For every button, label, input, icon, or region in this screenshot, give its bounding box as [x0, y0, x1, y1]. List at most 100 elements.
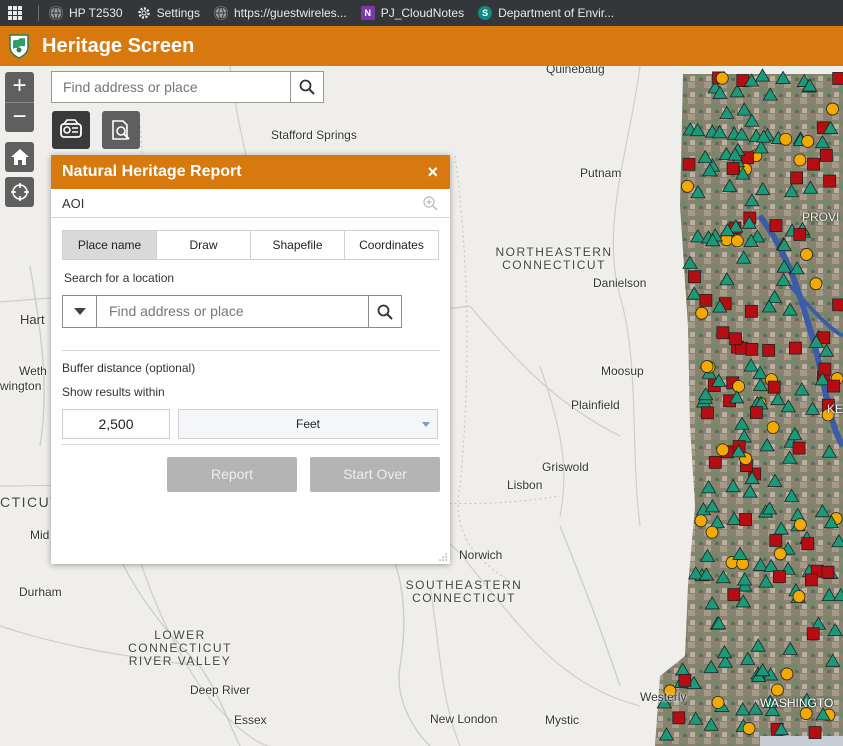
occurrence-circle-marker[interactable] — [700, 360, 714, 373]
close-icon[interactable]: × — [427, 162, 438, 183]
map-search-input[interactable] — [52, 72, 290, 102]
occurrence-circle-marker[interactable] — [711, 696, 725, 709]
occurrence-circle-marker[interactable] — [809, 277, 823, 291]
community-square-marker[interactable] — [678, 673, 692, 687]
community-square-marker[interactable] — [727, 588, 741, 602]
occurrence-circle-marker[interactable] — [730, 234, 744, 248]
occurrence-circle-marker[interactable] — [826, 102, 839, 116]
tab-shapefile[interactable]: Shapefile — [250, 231, 344, 259]
community-square-marker[interactable] — [793, 228, 807, 241]
community-square-marker[interactable] — [716, 326, 730, 340]
occurrence-circle-marker[interactable] — [773, 547, 787, 561]
bookmark-hp[interactable]: HP T2530 — [49, 6, 123, 20]
place-label: Mystic — [545, 713, 579, 727]
onenote-icon: N — [360, 6, 375, 20]
occurrence-circle-marker[interactable] — [694, 514, 708, 528]
search-source-dropdown[interactable] — [63, 296, 97, 327]
community-square-marker[interactable] — [749, 406, 763, 419]
occurrence-circle-marker[interactable] — [732, 379, 746, 393]
community-square-marker[interactable] — [682, 157, 696, 171]
location-search-input[interactable]: Find address or place — [97, 296, 368, 327]
tab-draw[interactable]: Draw — [156, 231, 250, 259]
place-label: Griswold — [542, 460, 589, 474]
occurrence-circle-marker[interactable] — [801, 134, 815, 148]
occurrence-circle-marker[interactable] — [793, 518, 807, 532]
community-square-marker[interactable] — [790, 171, 803, 185]
heritage-report-widget-button[interactable] — [52, 111, 90, 149]
occurrence-circle-marker[interactable] — [715, 71, 729, 85]
community-square-marker[interactable] — [807, 157, 820, 171]
apps-grid-icon[interactable] — [8, 6, 22, 20]
community-square-marker[interactable] — [832, 298, 843, 312]
occurrence-circle-marker[interactable] — [771, 683, 784, 697]
community-square-marker[interactable] — [832, 72, 843, 85]
zoom-out-button[interactable]: − — [5, 103, 34, 133]
community-square-marker[interactable] — [792, 441, 806, 455]
sharepoint-icon: S — [478, 6, 493, 20]
community-square-marker[interactable] — [827, 379, 841, 393]
community-square-marker[interactable] — [821, 565, 835, 579]
community-square-marker[interactable] — [818, 362, 832, 376]
home-button[interactable] — [5, 142, 34, 172]
occurrence-circle-marker[interactable] — [681, 179, 694, 193]
occurrence-circle-marker[interactable] — [742, 722, 756, 735]
community-square-marker[interactable] — [767, 380, 781, 394]
tab-place-name[interactable]: Place name — [63, 231, 156, 259]
occurrence-circle-marker[interactable] — [800, 248, 813, 261]
resize-handle-icon[interactable] — [439, 553, 447, 561]
occurrence-circle-marker[interactable] — [695, 306, 709, 320]
aoi-row: AOI — [51, 189, 450, 218]
tab-coordinates[interactable]: Coordinates — [344, 231, 438, 259]
community-square-marker[interactable] — [769, 534, 783, 547]
community-square-marker[interactable] — [769, 219, 783, 233]
community-square-marker[interactable] — [801, 537, 815, 551]
buffer-distance-input[interactable]: 2,500 — [62, 409, 170, 439]
bookmark-settings[interactable]: Settings — [137, 6, 200, 20]
bookmark-guestwireless[interactable]: https://guestwireles... — [213, 6, 347, 20]
bookmark-department[interactable]: S Department of Envir... — [478, 6, 614, 20]
community-square-marker[interactable] — [806, 627, 820, 641]
report-map-icon — [60, 119, 82, 138]
community-square-marker[interactable] — [808, 726, 822, 739]
start-over-button[interactable]: Start Over — [310, 457, 440, 492]
community-square-marker[interactable] — [745, 342, 759, 356]
community-square-marker[interactable] — [804, 573, 818, 587]
crosshair-icon — [10, 183, 29, 201]
map-search-button[interactable] — [290, 72, 323, 102]
community-square-marker[interactable] — [672, 711, 686, 725]
occurrence-circle-marker[interactable] — [779, 132, 793, 146]
occurrence-circle-marker[interactable] — [705, 525, 719, 539]
community-square-marker[interactable] — [773, 570, 786, 584]
locate-button[interactable] — [5, 177, 34, 207]
place-label: Lisbon — [507, 478, 543, 492]
occurrence-circle-marker[interactable] — [780, 667, 794, 681]
zoom-in-button[interactable]: + — [5, 72, 34, 103]
location-search-button[interactable] — [368, 296, 401, 327]
community-square-marker[interactable] — [823, 174, 837, 188]
community-square-marker[interactable] — [744, 304, 758, 318]
report-button[interactable]: Report — [167, 457, 297, 492]
community-square-marker[interactable] — [688, 270, 701, 284]
occurrence-circle-marker[interactable] — [716, 443, 730, 457]
community-square-marker[interactable] — [726, 162, 740, 175]
document-search-icon — [112, 120, 130, 140]
community-square-marker[interactable] — [739, 513, 752, 526]
bookmark-cloudnotes[interactable]: N PJ_CloudNotes — [360, 6, 464, 20]
community-square-marker[interactable] — [708, 455, 722, 469]
bookmark-label: https://guestwireles... — [233, 6, 347, 20]
community-square-marker[interactable] — [762, 343, 776, 357]
search-report-widget-button[interactable] — [102, 111, 140, 149]
community-square-marker[interactable] — [699, 293, 713, 307]
ct-seal-logo — [9, 34, 29, 59]
community-square-marker[interactable] — [701, 406, 714, 420]
occurrence-circle-marker[interactable] — [793, 153, 807, 167]
place-label: KE — [827, 402, 843, 416]
zoom-to-icon[interactable] — [422, 195, 438, 211]
buffer-unit-select[interactable]: Feet — [178, 409, 438, 439]
place-label: Westerly — [640, 690, 687, 704]
community-square-marker[interactable] — [819, 148, 833, 162]
community-square-marker[interactable] — [729, 332, 742, 346]
community-square-marker[interactable] — [789, 341, 802, 355]
occurrence-circle-marker[interactable] — [766, 421, 780, 434]
occurrence-circle-marker[interactable] — [792, 590, 806, 603]
